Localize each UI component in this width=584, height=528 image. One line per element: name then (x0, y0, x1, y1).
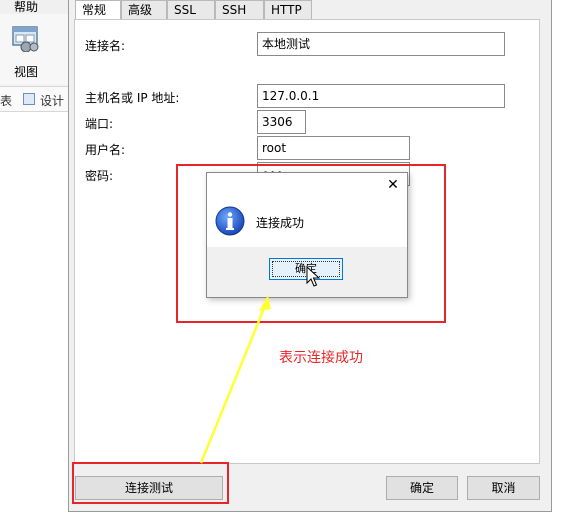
annotation-text: 表示连接成功 (279, 350, 363, 366)
annotation-arrow (199, 295, 271, 464)
